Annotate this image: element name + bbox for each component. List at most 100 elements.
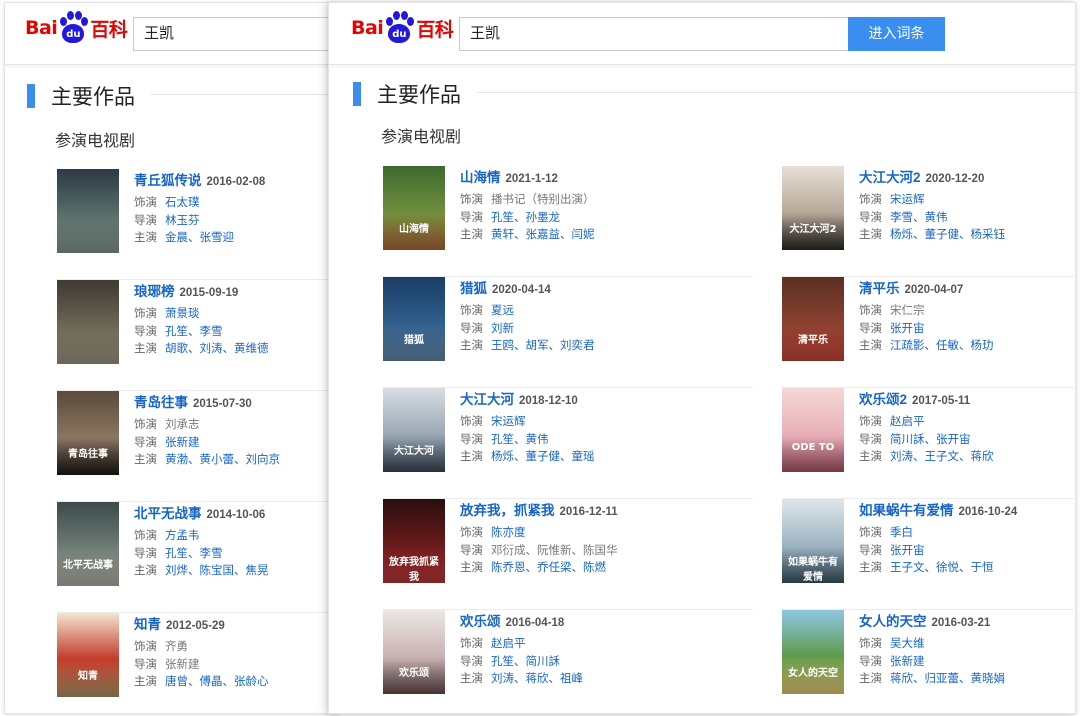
baidu-baike-logo[interactable]: Bai du 百科 <box>351 11 454 45</box>
poster-image[interactable]: 北平无战事 <box>57 502 119 586</box>
poster-title-text: 女人的天空 <box>788 667 838 679</box>
cast-value[interactable]: 刘烨、陈宝国、焦晃 <box>165 565 269 577</box>
search-input[interactable]: 王凯 <box>459 17 849 51</box>
poster-title-text: ODE TO <box>791 441 835 453</box>
cast-row: 主演 杨烁、董子健、杨采钰 <box>859 227 1005 245</box>
cast-value[interactable]: 刘涛、王子文、蒋欣 <box>890 451 994 463</box>
role-value[interactable]: 方孟韦 <box>165 530 200 542</box>
poster-image[interactable]: 欢乐颂 <box>383 610 445 694</box>
director-value[interactable]: 孔笙、李雪 <box>165 326 223 338</box>
work-title-link[interactable]: 女人的天空 <box>859 614 927 629</box>
cast-label: 主演 <box>134 676 157 688</box>
cast-value[interactable]: 陈乔恩、乔任梁、陈燃 <box>491 562 606 574</box>
work-title-link[interactable]: 青岛往事 <box>134 395 188 410</box>
cast-value[interactable]: 黄渤、黄小蕾、刘向京 <box>165 454 280 466</box>
work-title-link[interactable]: 琅琊榜 <box>134 284 175 299</box>
cast-value[interactable]: 王鸥、胡军、刘奕君 <box>491 340 595 352</box>
director-value[interactable]: 李雪、黄伟 <box>890 212 948 224</box>
role-value[interactable]: 陈亦度 <box>491 527 526 539</box>
role-value[interactable]: 宋运辉 <box>491 416 526 428</box>
poster-image[interactable]: 山海情 <box>383 166 445 250</box>
director-value[interactable]: 张新建 <box>890 656 925 668</box>
role-row: 饰演 夏远 <box>460 303 595 321</box>
role-value[interactable]: 赵启平 <box>890 416 925 428</box>
poster-image[interactable]: 知青 <box>57 613 119 697</box>
work-title-link[interactable]: 知青 <box>134 617 161 632</box>
work-title-link[interactable]: 欢乐颂 <box>460 614 501 629</box>
director-value[interactable]: 张新建 <box>165 437 200 449</box>
poster-image[interactable] <box>57 169 119 253</box>
work-meta: 女人的天空 2016-03-21 饰演 吴大维 导演 张新建 主演 蒋欣、归亚蕾、黄晓娟 <box>859 610 1005 689</box>
cast-label: 主演 <box>460 451 483 463</box>
poster-image[interactable]: 女人的天空 <box>782 610 844 694</box>
section-title: 主要作品 <box>51 86 135 109</box>
baidu-baike-logo[interactable]: Bai du 百科 <box>25 11 128 45</box>
role-value[interactable]: 赵启平 <box>491 638 526 650</box>
logo-du: du <box>388 24 411 43</box>
work-title-link[interactable]: 山海情 <box>460 170 501 185</box>
work-date: 2016-02-08 <box>206 176 266 188</box>
director-value[interactable]: 张开宙 <box>890 545 925 557</box>
work-title-row: 欢乐颂 2016-04-18 <box>460 610 583 630</box>
poster-title-text: 山海情 <box>399 223 429 235</box>
director-value[interactable]: 简川訸、张开宙 <box>890 434 971 446</box>
role-value[interactable]: 宋运辉 <box>890 194 925 206</box>
poster-title-text: 知青 <box>78 670 98 682</box>
poster-image[interactable]: 猎狐 <box>383 277 445 361</box>
poster-image[interactable]: 如果蜗牛有爱情 <box>782 499 844 583</box>
work-title-row: 欢乐颂2 2017-05-11 <box>859 388 994 408</box>
poster-image[interactable]: 大江大河2 <box>782 166 844 250</box>
cast-value[interactable]: 金晨、张雪迎 <box>165 232 234 244</box>
poster-image[interactable]: 大江大河 <box>383 388 445 472</box>
role-value[interactable]: 吴大维 <box>890 638 925 650</box>
work-title-link[interactable]: 大江大河 <box>460 392 514 407</box>
list-item: 大江大河 大江大河 2018-12-10 饰演 宋运辉 导演 孔笙、黄伟 主演 杨烁、董子健、童… <box>383 388 753 499</box>
work-title-link[interactable]: 放弃我，抓紧我 <box>460 503 555 518</box>
cast-value[interactable]: 唐曾、傅晶、张龄心 <box>165 676 269 688</box>
work-title-link[interactable]: 清平乐 <box>859 281 900 296</box>
role-value[interactable]: 季白 <box>890 527 913 539</box>
director-value[interactable]: 张开宙 <box>890 323 925 335</box>
section-divider <box>151 94 339 95</box>
cast-value[interactable]: 杨烁、董子健、杨采钰 <box>890 229 1005 241</box>
cast-label: 主演 <box>460 673 483 685</box>
sub-title: 参演电视剧 <box>55 133 136 150</box>
role-value[interactable]: 萧景琰 <box>165 308 200 320</box>
director-value[interactable]: 孔笙、黄伟 <box>491 434 549 446</box>
poster-title-text: 如果蜗牛有爱情 <box>788 556 838 583</box>
director-value[interactable]: 孔笙、孙墨龙 <box>491 212 560 224</box>
poster-image[interactable]: 清平乐 <box>782 277 844 361</box>
director-value[interactable]: 孔笙、李雪 <box>165 548 223 560</box>
poster-title-text: 北平无战事 <box>63 559 113 571</box>
cast-value[interactable]: 杨烁、董子健、童瑶 <box>491 451 595 463</box>
work-title-link[interactable]: 欢乐颂2 <box>859 392 907 407</box>
work-title-link[interactable]: 北平无战事 <box>134 506 202 521</box>
poster-image[interactable]: 青岛往事 <box>57 391 119 475</box>
search-input[interactable]: 王凯 <box>133 17 339 51</box>
cast-value[interactable]: 王子文、徐悦、于恒 <box>890 562 994 574</box>
work-title-link[interactable]: 如果蜗牛有爱情 <box>859 503 954 518</box>
work-title-row: 青岛往事 2015-07-30 <box>134 391 280 411</box>
cast-value[interactable]: 黄轩、张嘉益、闫妮 <box>491 229 595 241</box>
director-label: 导演 <box>460 544 483 557</box>
logo-du: du <box>62 24 85 43</box>
poster-image[interactable]: ODE TO <box>782 388 844 472</box>
poster-image[interactable] <box>57 280 119 364</box>
work-title-link[interactable]: 大江大河2 <box>859 170 921 185</box>
director-value[interactable]: 刘新 <box>491 323 514 335</box>
director-value[interactable]: 林玉芬 <box>165 215 200 227</box>
role-value[interactable]: 夏远 <box>491 305 514 317</box>
director-value[interactable]: 孔笙、简川訸 <box>491 656 560 668</box>
cast-value[interactable]: 蒋欣、归亚蕾、黄晓娟 <box>890 673 1005 685</box>
enter-entry-button[interactable]: 进入词条 <box>848 17 945 51</box>
role-value[interactable]: 石太璞 <box>165 197 200 209</box>
poster-image[interactable]: 放弃我抓紧我 <box>383 499 445 583</box>
work-title-link[interactable]: 猎狐 <box>460 281 487 296</box>
cast-value[interactable]: 胡歌、刘涛、黄维德 <box>165 343 269 355</box>
work-title-link[interactable]: 青丘狐传说 <box>134 173 202 188</box>
director-label: 导演 <box>134 325 157 338</box>
cast-value[interactable]: 江疏影、任敏、杨玏 <box>890 340 994 352</box>
cast-value[interactable]: 刘涛、蒋欣、祖峰 <box>491 673 583 685</box>
list-item: 大江大河2 大江大河2 2020-12-20 饰演 宋运辉 导演 李雪、黄伟 主演 杨烁、董子健… <box>782 166 1074 277</box>
cast-label: 主演 <box>134 232 157 244</box>
